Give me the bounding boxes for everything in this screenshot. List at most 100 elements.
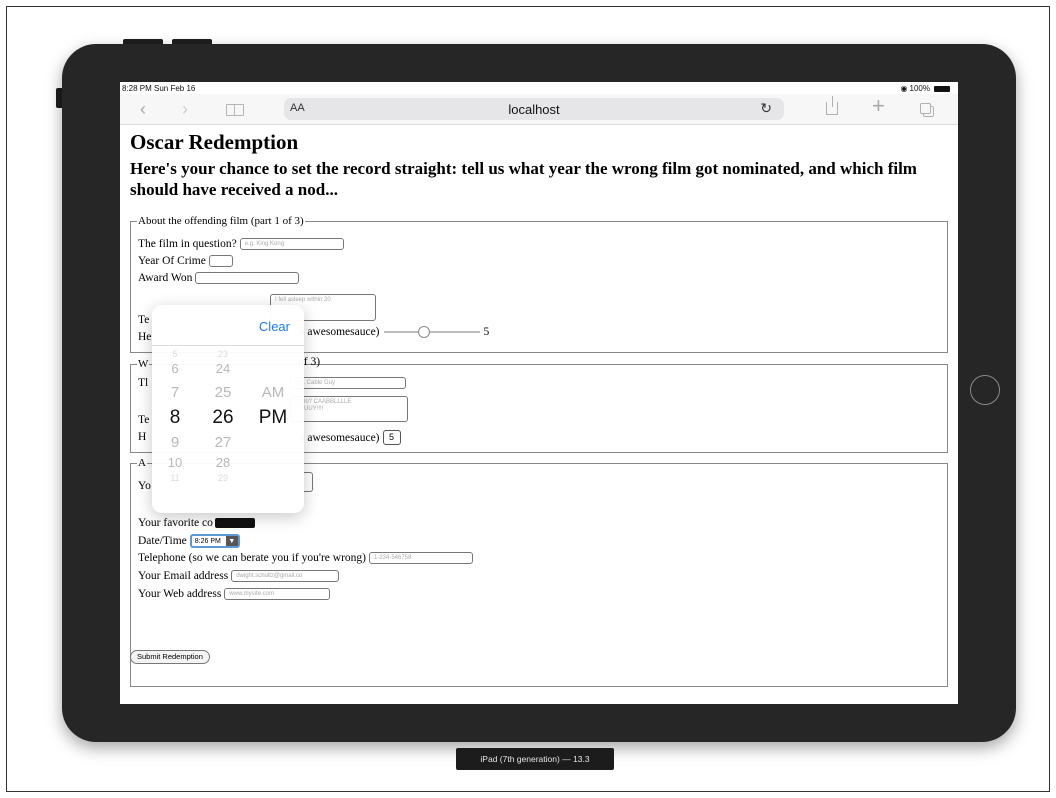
legend-2-start: W bbox=[138, 358, 149, 370]
minute-option[interactable]: 24 bbox=[200, 361, 246, 376]
name-input-edge[interactable] bbox=[304, 472, 313, 492]
minute-option: 23 bbox=[217, 349, 228, 359]
hour-option[interactable]: 6 bbox=[152, 361, 198, 376]
ampm-option-selected[interactable]: PM bbox=[250, 407, 296, 429]
better-textarea-box[interactable]: Hello? CAABBLLLLE GUUUY!!!! bbox=[290, 396, 408, 422]
web-label: Your Web address bbox=[138, 588, 222, 600]
home-button[interactable] bbox=[970, 375, 1000, 405]
partial-label-te-text: Te bbox=[138, 314, 150, 326]
hour-option[interactable]: 10 bbox=[152, 455, 198, 470]
datetime-row: Date/Time 8:26 PM ▼ bbox=[138, 534, 240, 548]
chevron-right-icon[interactable]: › bbox=[182, 99, 188, 119]
rating-slider[interactable] bbox=[383, 326, 480, 338]
year-label: Year Of Crime bbox=[138, 255, 206, 267]
section2-partial-h: H bbox=[138, 431, 146, 443]
minute-column[interactable]: 23 24 25 26 27 28 29 bbox=[200, 347, 246, 509]
film-input[interactable]: e.g. King Kong bbox=[239, 238, 344, 250]
fieldset-legend-2: W bbox=[137, 358, 149, 370]
wifi-icon: ◉ bbox=[900, 84, 908, 93]
year-row: Year Of Crime bbox=[138, 255, 233, 267]
chevron-left-icon[interactable]: ‹ bbox=[140, 99, 146, 119]
device-label: iPad (7th generation) — 13.3 bbox=[456, 748, 614, 770]
hour-option[interactable]: 11 bbox=[152, 473, 198, 483]
better-film-input[interactable]: e.g. Cable Guy bbox=[290, 377, 406, 389]
ampm-column[interactable]: AM PM bbox=[250, 347, 296, 509]
status-time: 8:28 PM Sun Feb 16 bbox=[122, 84, 196, 93]
partial-label-te: Te bbox=[138, 314, 149, 326]
time-picker-popover: Clear 5 6 7 8 9 10 11 23 24 25 26 27 28 … bbox=[152, 305, 304, 513]
section2-partial-te: Te bbox=[138, 414, 149, 426]
ipad-screen: 8:28 PM Sun Feb 16 ◉ 100% ‹ › AA localho… bbox=[120, 82, 958, 704]
book-icon[interactable] bbox=[226, 104, 244, 116]
reload-icon[interactable]: ↻ bbox=[760, 100, 772, 117]
datetime-input[interactable]: 8:26 PM ▼ bbox=[189, 534, 240, 548]
slider-track bbox=[383, 331, 480, 333]
rating-slider-row: s awesomesauce) 5 bbox=[300, 326, 489, 338]
partial-label-he-text: He bbox=[138, 331, 152, 343]
battery-icon bbox=[934, 85, 950, 92]
picker-header: Clear bbox=[152, 305, 304, 346]
plus-icon[interactable]: + bbox=[872, 95, 885, 117]
address-bar[interactable]: AA localhost ↻ bbox=[284, 98, 784, 120]
minute-option[interactable]: 29 bbox=[200, 473, 246, 483]
film-row: The film in question? e.g. King Kong bbox=[138, 238, 344, 250]
web-input[interactable]: www.mysite.com bbox=[224, 588, 331, 600]
share-icon[interactable] bbox=[826, 96, 838, 115]
award-label: Award Won bbox=[138, 272, 193, 284]
email-input[interactable]: dwight.schultz@gmail.co bbox=[231, 570, 340, 582]
email-row: Your Email address dwight.schultz@gmail.… bbox=[138, 570, 340, 582]
section2-partial-h-text: H bbox=[138, 431, 147, 443]
minute-option-selected[interactable]: 26 bbox=[200, 407, 246, 429]
chevron-down-icon[interactable]: ▼ bbox=[225, 536, 238, 546]
section2-rating-row: s awesomesauce) 5 bbox=[300, 430, 401, 445]
phone-row: Telephone (so we can berate you if you'r… bbox=[138, 552, 473, 564]
slider-thumb[interactable] bbox=[417, 326, 430, 338]
color-label: Your favorite co bbox=[138, 517, 213, 529]
color-row: Your favorite co bbox=[138, 517, 255, 529]
hour-option-selected[interactable]: 8 bbox=[152, 407, 198, 429]
section2-rating-label: s awesomesauce) bbox=[300, 431, 380, 444]
rating-label: s awesomesauce) bbox=[300, 326, 380, 338]
minute-option[interactable]: 27 bbox=[200, 434, 246, 451]
status-bar: 8:28 PM Sun Feb 16 ◉ 100% bbox=[120, 82, 958, 94]
year-input[interactable] bbox=[208, 255, 233, 267]
tabs-icon[interactable] bbox=[920, 103, 931, 114]
name-input-fragment[interactable] bbox=[304, 472, 313, 492]
datetime-value: 8:26 PM bbox=[194, 537, 221, 545]
rating-value: 5 bbox=[483, 326, 490, 338]
browser-toolbar: ‹ › AA localhost ↻ + bbox=[120, 94, 958, 125]
fieldset-legend: About the offending film (part 1 of 3) bbox=[138, 215, 304, 227]
hour-column[interactable]: 5 6 7 8 9 10 11 bbox=[152, 347, 198, 509]
section3-row1-partial: Yo bbox=[138, 480, 151, 492]
section3-row1: Yo bbox=[138, 480, 151, 492]
film-label: The film in question? bbox=[138, 238, 237, 250]
partial-label-he: He bbox=[138, 331, 151, 343]
ampm-option[interactable]: AM bbox=[250, 384, 296, 401]
submit-button[interactable]: Submit Redemption bbox=[130, 650, 210, 664]
hour-option[interactable]: 7 bbox=[152, 384, 198, 401]
page-subtitle: Here's your chance to set the record str… bbox=[130, 159, 917, 199]
datetime-label: Date/Time bbox=[138, 535, 187, 547]
better-textarea[interactable]: Hello? CAABBLLLLE GUUUY!!!! bbox=[290, 396, 408, 422]
hour-option: 5 bbox=[172, 349, 178, 359]
minute-option[interactable]: 28 bbox=[200, 455, 246, 470]
rating-stepper[interactable]: 5 bbox=[382, 430, 401, 445]
award-input[interactable] bbox=[195, 272, 300, 284]
textarea-placeholder-line1: I fell asleep within 20 bbox=[275, 297, 331, 303]
color-picker[interactable] bbox=[214, 518, 255, 528]
better-film-row: e.g. Cable Guy bbox=[290, 377, 406, 389]
minute-option[interactable]: 25 bbox=[200, 384, 246, 401]
phone-label: Telephone (so we can berate you if you'r… bbox=[138, 552, 366, 564]
section2-row1-partial: Tl bbox=[138, 377, 149, 389]
url-text: localhost bbox=[508, 102, 560, 117]
clear-button[interactable]: Clear bbox=[259, 319, 290, 334]
hour-option[interactable]: 9 bbox=[152, 434, 198, 451]
section2-row1: Tl bbox=[138, 377, 148, 389]
status-right: ◉ 100% bbox=[901, 84, 950, 93]
section2-partial-te-text: Te bbox=[138, 414, 150, 426]
email-label: Your Email address bbox=[138, 570, 229, 582]
page-title: Oscar Redemption bbox=[130, 130, 299, 154]
phone-input[interactable]: 1-234-546758 bbox=[368, 552, 473, 564]
fieldset-legend-3: A bbox=[137, 457, 147, 469]
web-row: Your Web address www.mysite.com bbox=[138, 588, 331, 600]
